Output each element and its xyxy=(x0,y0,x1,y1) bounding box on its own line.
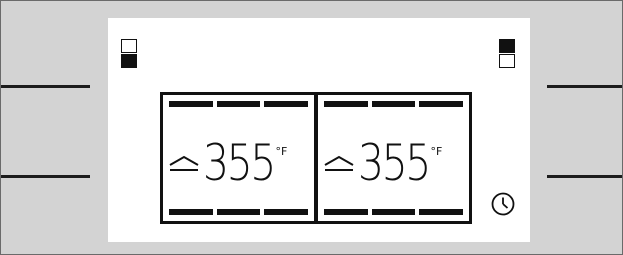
lcd-screen: 355 °F 355 °F xyxy=(108,18,530,242)
bottom-segment-bar xyxy=(169,209,309,215)
top-segment-bar xyxy=(324,101,464,107)
control-panel: 355 °F 355 °F xyxy=(0,0,623,255)
bottom-segment-bar xyxy=(324,209,464,215)
top-segment-bar xyxy=(169,101,309,107)
bake-heat-icon xyxy=(324,155,354,171)
bake-heat-icon xyxy=(169,155,199,171)
left-lower-softkey[interactable] xyxy=(1,175,90,178)
oven-position-top-icon xyxy=(499,39,515,69)
temperature-value: 355 xyxy=(358,134,431,192)
right-lower-softkey[interactable] xyxy=(547,175,622,178)
oven-position-bottom-icon xyxy=(121,39,137,69)
temperature-unit: °F xyxy=(430,145,443,158)
temperature-value: 355 xyxy=(203,134,276,192)
temperature-readout: 355 °F xyxy=(322,134,465,192)
right-oven-display: 355 °F xyxy=(318,95,469,221)
right-upper-softkey[interactable] xyxy=(547,85,622,88)
left-oven-display: 355 °F xyxy=(163,95,314,221)
temperature-unit: °F xyxy=(275,145,288,158)
temperature-readout: 355 °F xyxy=(167,134,310,192)
clock-icon[interactable] xyxy=(490,191,516,217)
temperature-displays: 355 °F 355 °F xyxy=(160,92,472,224)
left-upper-softkey[interactable] xyxy=(1,85,90,88)
